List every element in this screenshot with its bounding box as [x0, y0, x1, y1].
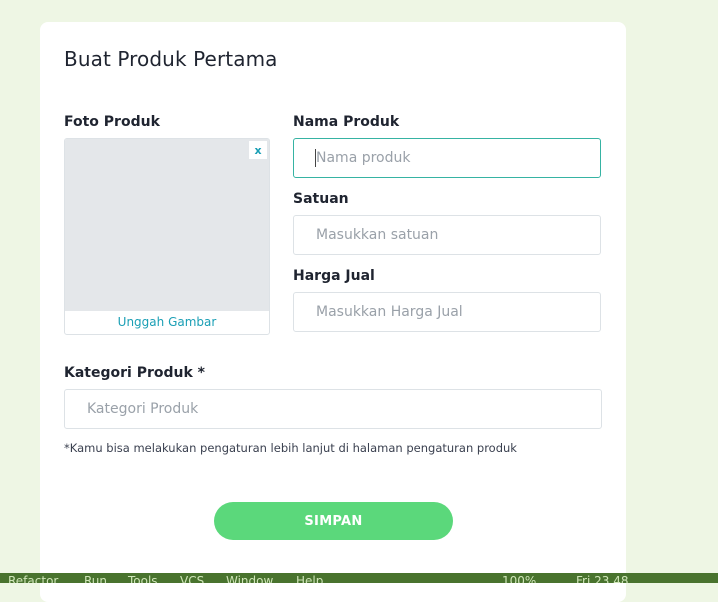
photo-label: Foto Produk: [64, 114, 160, 130]
product-name-input[interactable]: [293, 138, 601, 178]
taskbar-menu-window[interactable]: Window: [226, 575, 273, 583]
taskbar-menu-run[interactable]: Run: [84, 575, 107, 583]
close-icon[interactable]: x: [249, 141, 267, 159]
price-label: Harga Jual: [293, 268, 375, 284]
upload-image-link[interactable]: Unggah Gambar: [65, 310, 269, 334]
photo-preview-area[interactable]: [65, 139, 269, 311]
category-label: Kategori Produk *: [64, 365, 205, 381]
price-input[interactable]: [293, 292, 601, 332]
photo-upload-box[interactable]: x Unggah Gambar: [64, 138, 270, 335]
unit-input[interactable]: [293, 215, 601, 255]
category-input[interactable]: [64, 389, 602, 429]
taskbar-menu-help[interactable]: Help: [296, 575, 323, 583]
clock: Fri 23.48: [576, 574, 629, 583]
page-title: Buat Produk Pertama: [64, 47, 278, 71]
product-form-card: Buat Produk Pertama Foto Produk x Unggah…: [40, 22, 626, 602]
unit-label: Satuan: [293, 191, 349, 207]
taskbar-menu-refactor[interactable]: Refactor: [8, 575, 58, 583]
taskbar-menu-tools[interactable]: Tools: [128, 575, 158, 583]
settings-note: *Kamu bisa melakukan pengaturan lebih la…: [64, 441, 517, 455]
taskbar: Refactor Run Tools VCS Window Help 100% …: [0, 573, 718, 583]
name-label: Nama Produk: [293, 114, 400, 130]
battery-status: 100%: [502, 574, 537, 583]
taskbar-menu-vcs[interactable]: VCS: [180, 575, 204, 583]
save-button[interactable]: SIMPAN: [214, 502, 453, 540]
text-caret: [315, 149, 316, 167]
